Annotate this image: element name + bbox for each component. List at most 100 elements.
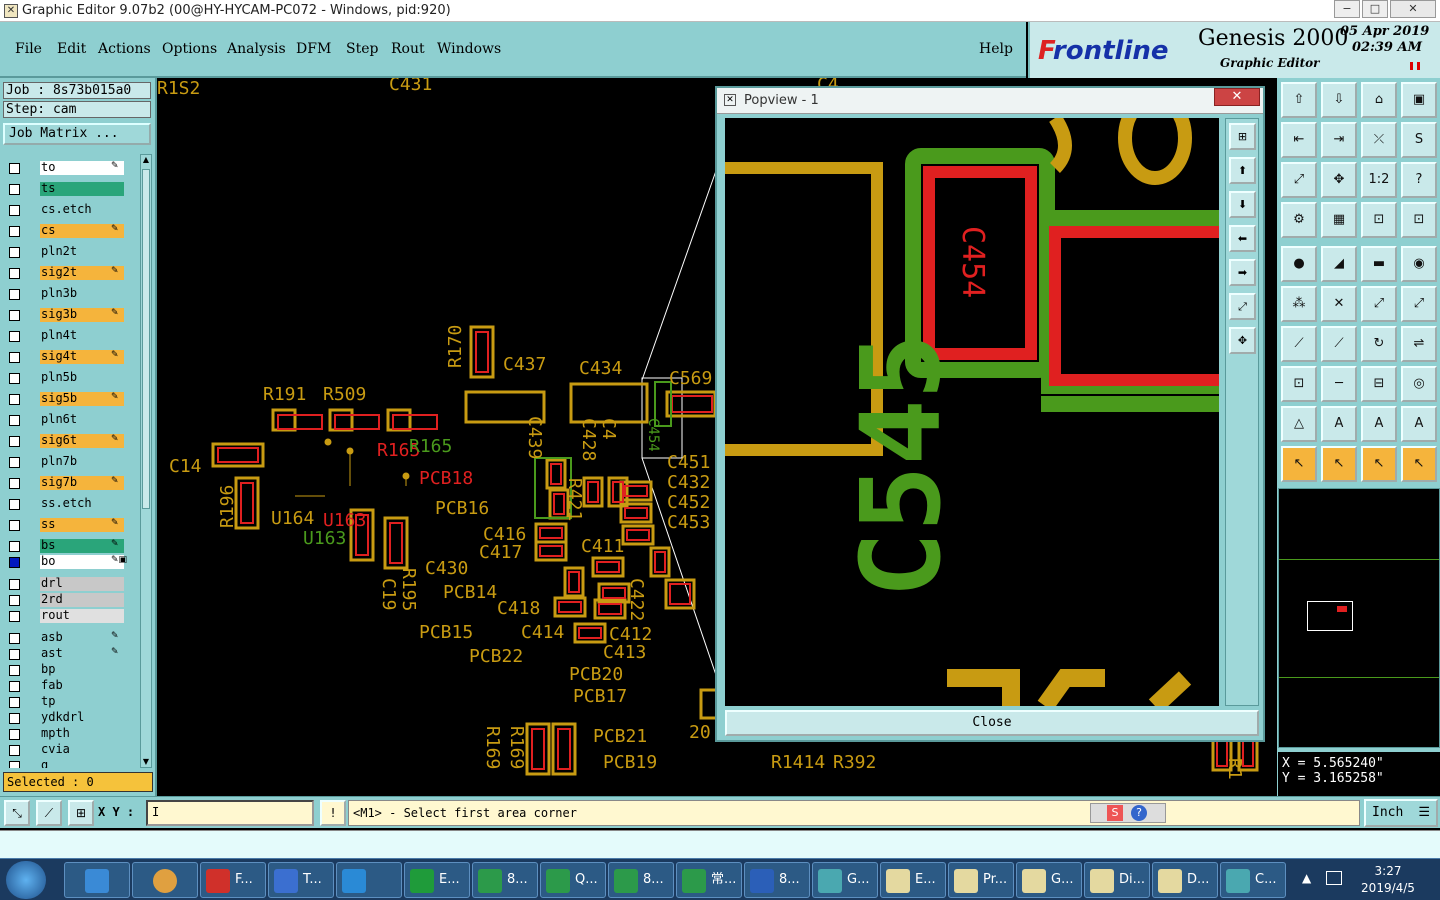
menu-help[interactable]: Help	[979, 41, 1013, 57]
layer-row[interactable]: ss ✎	[3, 517, 139, 533]
measure-icon[interactable]: ⟋	[36, 800, 62, 826]
popview-close-x[interactable]: ✕	[1214, 88, 1260, 106]
layer-row[interactable]: cs ✎	[3, 223, 139, 239]
layer-name[interactable]: tp	[40, 695, 124, 709]
layer-checkbox[interactable]	[9, 310, 20, 321]
layer-row[interactable]: 2rd	[3, 592, 139, 608]
layer-row[interactable]: ss.etch	[3, 496, 139, 512]
taskbar-item[interactable]: 常...	[676, 862, 742, 898]
layer-row[interactable]: sig7b ✎	[3, 475, 139, 491]
taskbar-item[interactable]: Di...	[1084, 862, 1150, 898]
layer-row[interactable]: sig4t ✎	[3, 349, 139, 365]
taskbar-item[interactable]: G...	[1016, 862, 1082, 898]
grid-icon[interactable]: ⊞	[68, 800, 94, 826]
triangle-b-icon[interactable]: A	[1361, 406, 1397, 442]
taskbar-item[interactable]: C...	[1220, 862, 1286, 898]
layer-row[interactable]: bs ✎	[3, 538, 139, 554]
line-color-icon[interactable]: ◢	[1321, 246, 1357, 282]
layer-checkbox[interactable]	[9, 499, 20, 510]
route-icon[interactable]: ⊡	[1361, 202, 1397, 238]
layer-row[interactable]: g	[3, 758, 139, 768]
zoom-center-icon[interactable]: ✥	[1321, 162, 1357, 198]
layer-checkbox[interactable]	[9, 541, 20, 552]
home-view-icon[interactable]: ⇧	[1281, 82, 1317, 118]
pv-pan-down-icon[interactable]: ⬇	[1229, 191, 1256, 218]
scroll-down-icon[interactable]: ▼	[142, 757, 150, 767]
layer-name[interactable]: pln2t	[40, 245, 124, 259]
job-matrix-button[interactable]: Job Matrix ...	[3, 123, 151, 145]
menu-actions[interactable]: Actions	[98, 41, 151, 57]
layer-row[interactable]: cs.etch	[3, 202, 139, 218]
layer-row[interactable]: sig3b ✎	[3, 307, 139, 323]
overview-map[interactable]	[1278, 488, 1440, 748]
layer-checkbox[interactable]	[9, 611, 20, 622]
layer-row[interactable]: fab	[3, 678, 139, 694]
zoom-area-icon[interactable]: ⤡	[4, 800, 30, 826]
popview-drawing[interactable]: C454 C545	[725, 118, 1219, 706]
taskbar-item[interactable]: T...	[268, 862, 334, 898]
cursor-icon[interactable]: ↖	[1281, 446, 1317, 482]
layer-checkbox[interactable]	[9, 713, 20, 724]
triangle-c-icon[interactable]: A	[1401, 406, 1437, 442]
menu-analysis[interactable]: Analysis	[227, 41, 286, 57]
layer-checkbox[interactable]	[9, 163, 20, 174]
layer-row[interactable]: ydkdrl	[3, 710, 139, 726]
layer-name[interactable]: drl	[40, 577, 124, 591]
taskbar-clock[interactable]: 3:27 2019/4/5	[1348, 863, 1428, 897]
menu-step[interactable]: Step	[346, 41, 378, 57]
layer-name[interactable]: 2rd	[40, 593, 124, 607]
layer-checkbox[interactable]	[9, 205, 20, 216]
measure-dist-icon[interactable]: ⊟	[1361, 366, 1397, 402]
cursor-circle-icon[interactable]: ↖	[1361, 446, 1397, 482]
layer-checkbox[interactable]	[9, 457, 20, 468]
ime-toolbar[interactable]: S ?	[1090, 803, 1166, 823]
layer-row[interactable]: pln4t	[3, 328, 139, 344]
layer-checkbox[interactable]	[9, 595, 20, 606]
select-red-icon[interactable]: ⊡	[1281, 366, 1317, 402]
ruler-icon[interactable]: ▬	[1361, 246, 1397, 282]
taskbar-item[interactable]	[336, 862, 402, 898]
taskbar-item[interactable]: E...	[880, 862, 946, 898]
layer-checkbox[interactable]	[9, 729, 20, 740]
menu-rout[interactable]: Rout	[391, 41, 425, 57]
layer-checkbox[interactable]	[9, 436, 20, 447]
layer-checkbox[interactable]	[9, 633, 20, 644]
layer-row[interactable]: bo ✎▣	[3, 554, 139, 570]
layer-checkbox[interactable]	[9, 665, 20, 676]
layer-name[interactable]: mpth	[40, 727, 124, 741]
pv-zoom-out-icon[interactable]: ⤢	[1229, 293, 1256, 320]
layer-checkbox[interactable]	[9, 289, 20, 300]
layer-checkbox[interactable]	[9, 331, 20, 342]
menu-dfm[interactable]: DFM	[296, 41, 331, 57]
pv-zoom-fit-icon[interactable]: ⊞	[1229, 123, 1256, 150]
split-line-icon[interactable]: ─	[1321, 366, 1357, 402]
slope-icon[interactable]: ⟋	[1281, 326, 1317, 362]
layer-row[interactable]: tp	[3, 694, 139, 710]
layer-checkbox[interactable]	[9, 761, 20, 768]
taskbar-item[interactable]: Q...	[540, 862, 606, 898]
network-icon[interactable]	[1326, 871, 1342, 885]
tray-arrow-icon[interactable]: ▲	[1302, 871, 1311, 885]
taskbar-item[interactable]: 8...	[608, 862, 674, 898]
layer-checkbox[interactable]	[9, 415, 20, 426]
layer-name[interactable]: bp	[40, 663, 124, 677]
popview-close-button[interactable]: Close	[725, 710, 1259, 736]
taskbar-item[interactable]: E...	[404, 862, 470, 898]
grid-toggle-icon[interactable]: ▦	[1321, 202, 1357, 238]
layer-row[interactable]: bp	[3, 662, 139, 678]
layer-row[interactable]: to ✎	[3, 160, 139, 176]
shapes-icon[interactable]: ◎	[1401, 366, 1437, 402]
layer-row[interactable]: pln7b	[3, 454, 139, 470]
cursor-box-icon[interactable]: ↖	[1321, 446, 1357, 482]
layer-row[interactable]: pln3b	[3, 286, 139, 302]
pv-zoom-in-icon[interactable]: ✥	[1229, 327, 1256, 354]
pv-pan-right-icon[interactable]: ➡	[1229, 259, 1256, 286]
layer-name[interactable]: fab	[40, 679, 124, 693]
layer-row[interactable]: mpth	[3, 726, 139, 742]
layer-row[interactable]: sig5b ✎	[3, 391, 139, 407]
layer-row[interactable]: sig6t ✎	[3, 433, 139, 449]
draw-line-icon[interactable]: ⟋	[1321, 326, 1357, 362]
layer-checkbox[interactable]	[9, 184, 20, 195]
layer-checkbox[interactable]	[9, 247, 20, 258]
scroll-up-icon[interactable]: ▲	[142, 155, 150, 165]
